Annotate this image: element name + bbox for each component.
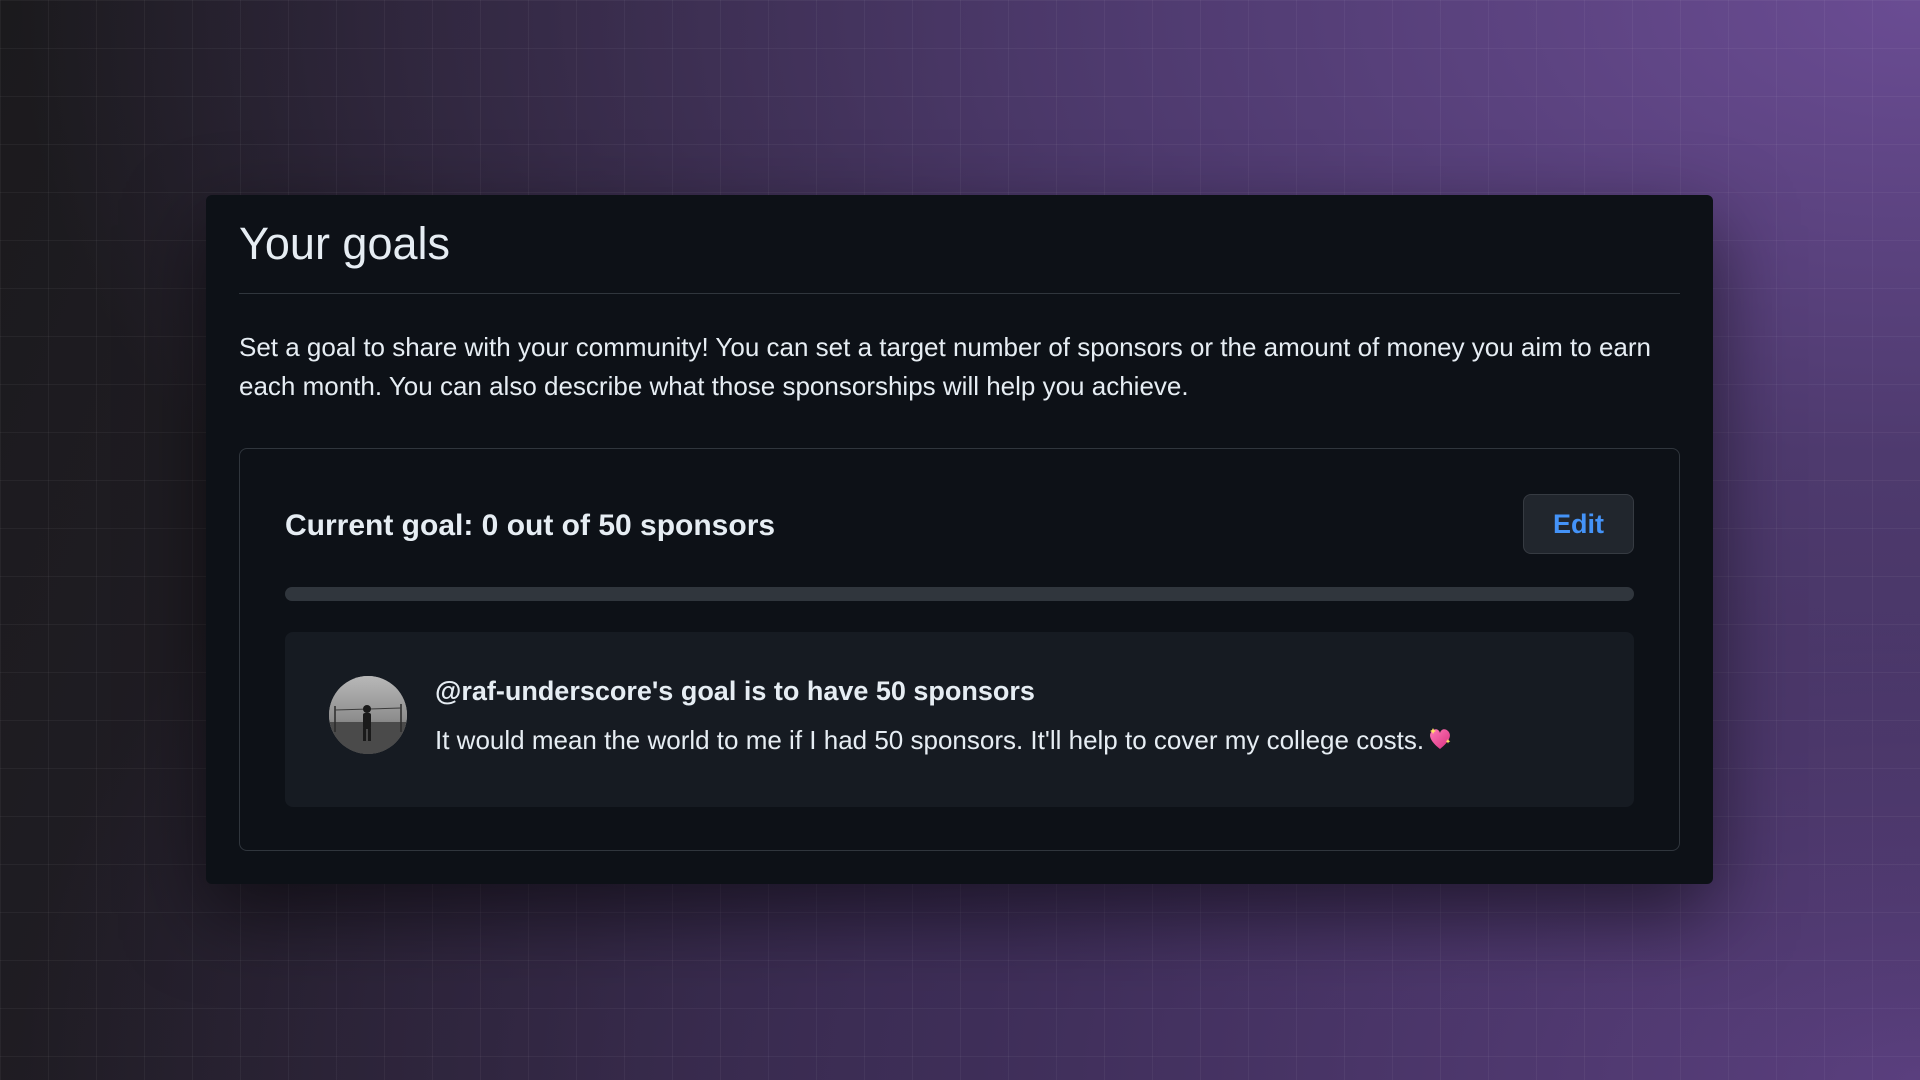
- current-goal-title: Current goal: 0 out of 50 sponsors: [285, 509, 776, 542]
- avatar[interactable]: [329, 676, 407, 754]
- panel-header: Your goals: [239, 195, 1680, 294]
- goal-card-text: It would mean the world to me if I had 5…: [435, 724, 1454, 759]
- current-goal-box: Current goal: 0 out of 50 sponsors Edit: [239, 448, 1680, 851]
- goals-description: Set a goal to share with your community!…: [239, 332, 1651, 401]
- goal-card-message: It would mean the world to me if I had 5…: [435, 725, 1425, 755]
- page-title: Your goals: [239, 218, 451, 269]
- goals-panel: Your goals Set a goal to share with your…: [206, 195, 1713, 884]
- edit-goal-button[interactable]: Edit: [1523, 494, 1634, 554]
- goal-description-card: @raf-underscore's goal is to have 50 spo…: [285, 632, 1634, 807]
- goal-progress-bar: [285, 587, 1634, 601]
- sparkling-heart-icon: [1426, 724, 1454, 759]
- goal-card-heading: @raf-underscore's goal is to have 50 spo…: [435, 676, 1035, 706]
